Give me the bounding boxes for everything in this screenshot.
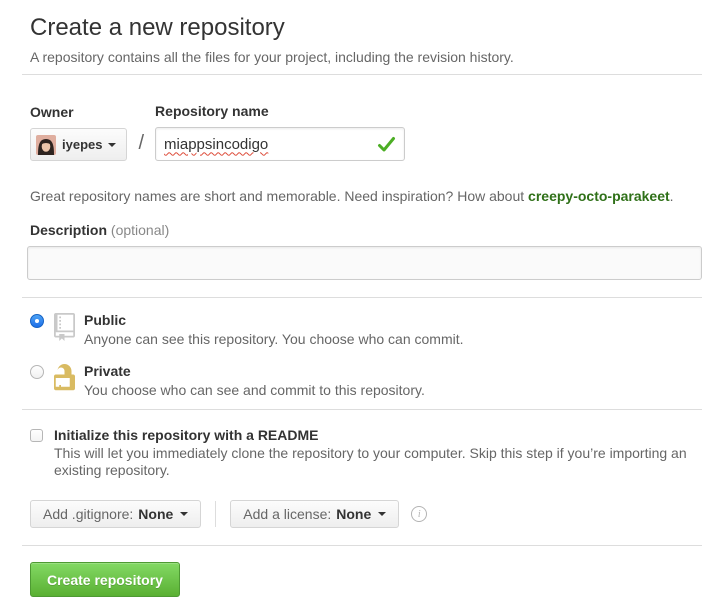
public-description: Anyone can see this repository. You choo… — [84, 331, 464, 347]
page-title: Create a new repository — [30, 14, 285, 41]
private-text-block: Private You choose who can see and commi… — [84, 363, 425, 398]
visibility-option-public: Public Anyone can see this repository. Y… — [30, 312, 702, 347]
readme-label: Initialize this repository with a README — [54, 427, 319, 443]
owner-label: Owner — [30, 104, 74, 120]
divider-readme — [22, 409, 702, 410]
private-radio[interactable] — [30, 365, 44, 379]
lock-icon — [54, 363, 75, 392]
gitignore-dropdown[interactable]: Add .gitignore: None — [30, 500, 202, 528]
description-label: Description — [30, 222, 108, 238]
page-subtitle: A repository contains all the files for … — [30, 49, 514, 65]
owner-column: Owner iyepes — [30, 104, 128, 161]
divider-bottom — [22, 545, 702, 546]
license-value: None — [336, 506, 372, 522]
vertical-divider — [215, 501, 217, 527]
description-label-row: Description (optional) — [30, 222, 702, 238]
repo-name-column: Repository name miappsincodigo — [155, 103, 406, 161]
private-label: Private — [84, 363, 131, 379]
description-input[interactable] — [27, 246, 702, 280]
create-repository-button[interactable]: Create repository — [30, 562, 180, 597]
create-repository-page: Create a new repository A repository con… — [0, 0, 709, 597]
owner-dropdown[interactable]: iyepes — [30, 128, 128, 161]
gitignore-label: Add .gitignore: — [43, 506, 134, 522]
suggested-name-link[interactable]: creepy-octo-parakeet — [528, 188, 670, 204]
repo-book-icon — [54, 312, 75, 341]
visibility-option-private: Private You choose who can see and commi… — [30, 363, 702, 398]
license-dropdown[interactable]: Add a license: None — [230, 500, 400, 528]
description-optional-hint: (optional) — [110, 222, 170, 238]
chevron-down-icon — [108, 142, 117, 147]
suggestion-suffix: . — [669, 188, 674, 204]
public-radio[interactable] — [30, 314, 44, 328]
readme-checkbox[interactable] — [30, 429, 43, 442]
chevron-down-icon — [378, 512, 387, 516]
owner-repo-separator: / — [138, 132, 145, 154]
public-text-block: Public Anyone can see this repository. Y… — [84, 312, 464, 347]
repository-name-input[interactable]: miappsincodigo — [155, 127, 406, 161]
suggestion-prefix: Great repository names are short and mem… — [30, 188, 529, 204]
chevron-down-icon — [180, 512, 189, 516]
owner-repo-row: Owner iyepes / Repository name miappsinc — [30, 103, 702, 161]
gitignore-value: None — [138, 506, 174, 522]
avatar — [36, 134, 56, 155]
divider-top — [22, 74, 702, 75]
public-label: Public — [84, 312, 127, 328]
readme-option-row: Initialize this repository with a README… — [30, 427, 702, 479]
owner-username: iyepes — [62, 137, 103, 152]
template-options-row: Add .gitignore: None Add a license: None… — [30, 500, 702, 528]
readme-description: This will let you immediately clone the … — [54, 445, 687, 478]
check-icon — [378, 136, 396, 151]
repository-name-label: Repository name — [155, 103, 269, 119]
private-description: You choose who can see and commit to thi… — [84, 382, 425, 398]
divider-visibility — [22, 297, 702, 298]
readme-text-block: Initialize this repository with a README… — [54, 427, 702, 479]
name-suggestion-text: Great repository names are short and mem… — [30, 187, 702, 205]
info-icon[interactable]: i — [411, 506, 428, 522]
license-label: Add a license: — [243, 506, 332, 522]
repository-name-value: miappsincodigo — [164, 135, 269, 153]
